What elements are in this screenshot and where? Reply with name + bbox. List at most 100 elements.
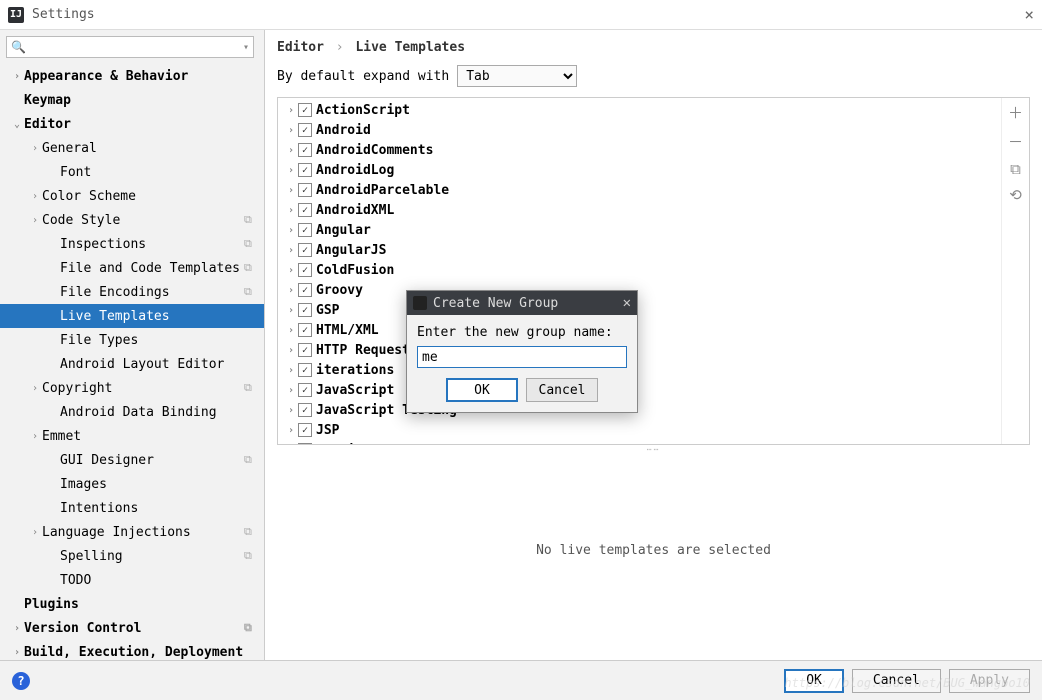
checkbox[interactable]: ✓ — [298, 183, 312, 197]
checkbox[interactable]: ✓ — [298, 383, 312, 397]
template-group-androidcomments[interactable]: ›✓AndroidComments — [278, 140, 1001, 160]
sidebar-item-spelling[interactable]: Spelling⧉ — [0, 544, 264, 568]
sidebar-item-android-layout-editor[interactable]: Android Layout Editor — [0, 352, 264, 376]
expand-icon[interactable]: › — [284, 245, 298, 256]
template-group-coldfusion[interactable]: ›✓ColdFusion — [278, 260, 1001, 280]
sidebar-item-live-templates[interactable]: Live Templates — [0, 304, 264, 328]
undo-icon[interactable]: ⟲ — [1009, 186, 1022, 204]
sidebar-item-images[interactable]: Images — [0, 472, 264, 496]
template-group-kotlin[interactable]: ›✓Kotlin — [278, 440, 1001, 444]
sidebar-item-code-style[interactable]: ›Code Style⧉ — [0, 208, 264, 232]
template-group-actionscript[interactable]: ›✓ActionScript — [278, 100, 1001, 120]
checkbox[interactable]: ✓ — [298, 303, 312, 317]
checkbox[interactable]: ✓ — [298, 443, 312, 444]
template-list[interactable]: ›✓ActionScript›✓Android›✓AndroidComments… — [278, 98, 1001, 444]
expand-icon[interactable]: › — [284, 125, 298, 136]
expand-icon[interactable]: › — [284, 365, 298, 376]
checkbox[interactable]: ✓ — [298, 223, 312, 237]
expand-icon[interactable]: › — [284, 265, 298, 276]
template-group-androidparcelable[interactable]: ›✓AndroidParcelable — [278, 180, 1001, 200]
sidebar-item-plugins[interactable]: Plugins — [0, 592, 264, 616]
sidebar-item-version-control[interactable]: ›Version Control⧉ — [0, 616, 264, 640]
expand-select[interactable]: Tab — [457, 65, 577, 87]
checkbox[interactable]: ✓ — [298, 423, 312, 437]
template-group-iterations[interactable]: ›✓iterations — [278, 360, 1001, 380]
template-group-jsp[interactable]: ›✓JSP — [278, 420, 1001, 440]
ok-button[interactable]: OK — [784, 669, 844, 693]
dialog-ok-button[interactable]: OK — [446, 378, 518, 402]
checkbox[interactable]: ✓ — [298, 343, 312, 357]
template-group-http-request[interactable]: ›✓HTTP Request — [278, 340, 1001, 360]
resize-grip[interactable]: ⋯⋯ — [265, 445, 1042, 453]
expand-icon[interactable]: › — [284, 185, 298, 196]
template-group-javascript-testing[interactable]: ›✓JavaScript Testing — [278, 400, 1001, 420]
template-group-angularjs[interactable]: ›✓AngularJS — [278, 240, 1001, 260]
checkbox[interactable]: ✓ — [298, 123, 312, 137]
template-group-androidxml[interactable]: ›✓AndroidXML — [278, 200, 1001, 220]
sidebar-item-file-and-code-templates[interactable]: File and Code Templates⧉ — [0, 256, 264, 280]
template-group-label: HTML/XML — [316, 323, 379, 338]
expand-icon[interactable]: › — [284, 225, 298, 236]
checkbox[interactable]: ✓ — [298, 163, 312, 177]
template-group-javascript[interactable]: ›✓JavaScript — [278, 380, 1001, 400]
template-group-groovy[interactable]: ›✓Groovy — [278, 280, 1001, 300]
checkbox[interactable]: ✓ — [298, 263, 312, 277]
expand-icon[interactable]: › — [284, 345, 298, 356]
expand-icon[interactable]: › — [284, 145, 298, 156]
group-name-input[interactable] — [417, 346, 627, 368]
sidebar-item-gui-designer[interactable]: GUI Designer⧉ — [0, 448, 264, 472]
dialog-close-icon[interactable]: ✕ — [623, 295, 631, 311]
sidebar-item-file-encodings[interactable]: File Encodings⧉ — [0, 280, 264, 304]
add-icon[interactable]: ＋ — [1008, 102, 1023, 123]
sidebar-item-font[interactable]: Font — [0, 160, 264, 184]
sidebar-item-language-injections[interactable]: ›Language Injections⧉ — [0, 520, 264, 544]
expand-icon[interactable]: › — [284, 425, 298, 436]
sidebar-item-android-data-binding[interactable]: Android Data Binding — [0, 400, 264, 424]
dialog-cancel-button[interactable]: Cancel — [526, 378, 598, 402]
search-input[interactable]: 🔍 ▾ — [6, 36, 254, 58]
sidebar-item-editor[interactable]: ⌄Editor — [0, 112, 264, 136]
copy-icon[interactable]: ⧉ — [1010, 160, 1021, 178]
chevron-down-icon[interactable]: ▾ — [243, 42, 249, 53]
close-icon[interactable]: × — [1024, 5, 1034, 24]
expand-icon[interactable]: › — [284, 405, 298, 416]
sidebar-item-todo[interactable]: TODO — [0, 568, 264, 592]
expand-icon[interactable]: › — [284, 205, 298, 216]
help-icon[interactable]: ? — [12, 672, 30, 690]
checkbox[interactable]: ✓ — [298, 143, 312, 157]
sidebar-item-build-execution-deployment[interactable]: ›Build, Execution, Deployment — [0, 640, 264, 660]
sidebar-item-intentions[interactable]: Intentions — [0, 496, 264, 520]
scope-icon: ⧉ — [244, 525, 258, 539]
sidebar-item-appearance-behavior[interactable]: ›Appearance & Behavior — [0, 64, 264, 88]
checkbox[interactable]: ✓ — [298, 403, 312, 417]
sidebar-item-label: Font — [60, 165, 258, 180]
checkbox[interactable]: ✓ — [298, 323, 312, 337]
expand-icon[interactable]: › — [284, 105, 298, 116]
sidebar-item-copyright[interactable]: ›Copyright⧉ — [0, 376, 264, 400]
checkbox[interactable]: ✓ — [298, 363, 312, 377]
expand-icon[interactable]: › — [284, 325, 298, 336]
checkbox[interactable]: ✓ — [298, 283, 312, 297]
expand-icon[interactable]: › — [284, 165, 298, 176]
sidebar-item-color-scheme[interactable]: ›Color Scheme — [0, 184, 264, 208]
checkbox[interactable]: ✓ — [298, 103, 312, 117]
sidebar-item-emmet[interactable]: ›Emmet — [0, 424, 264, 448]
template-group-android[interactable]: ›✓Android — [278, 120, 1001, 140]
template-group-gsp[interactable]: ›✓GSP — [278, 300, 1001, 320]
checkbox[interactable]: ✓ — [298, 243, 312, 257]
template-group-angular[interactable]: ›✓Angular — [278, 220, 1001, 240]
sidebar-item-inspections[interactable]: Inspections⧉ — [0, 232, 264, 256]
expand-icon[interactable]: › — [284, 285, 298, 296]
apply-button[interactable]: Apply — [949, 669, 1030, 693]
template-group-html-xml[interactable]: ›✓ HTML/XML — [278, 320, 1001, 340]
sidebar-item-file-types[interactable]: File Types — [0, 328, 264, 352]
cancel-button[interactable]: Cancel — [852, 669, 941, 693]
template-group-androidlog[interactable]: ›✓AndroidLog — [278, 160, 1001, 180]
expand-icon[interactable]: › — [284, 305, 298, 316]
checkbox[interactable]: ✓ — [298, 203, 312, 217]
sidebar-item-keymap[interactable]: Keymap — [0, 88, 264, 112]
sidebar-item-label: File Encodings — [60, 285, 244, 300]
remove-icon[interactable]: － — [1008, 131, 1023, 152]
expand-icon[interactable]: › — [284, 385, 298, 396]
sidebar-item-general[interactable]: ›General — [0, 136, 264, 160]
